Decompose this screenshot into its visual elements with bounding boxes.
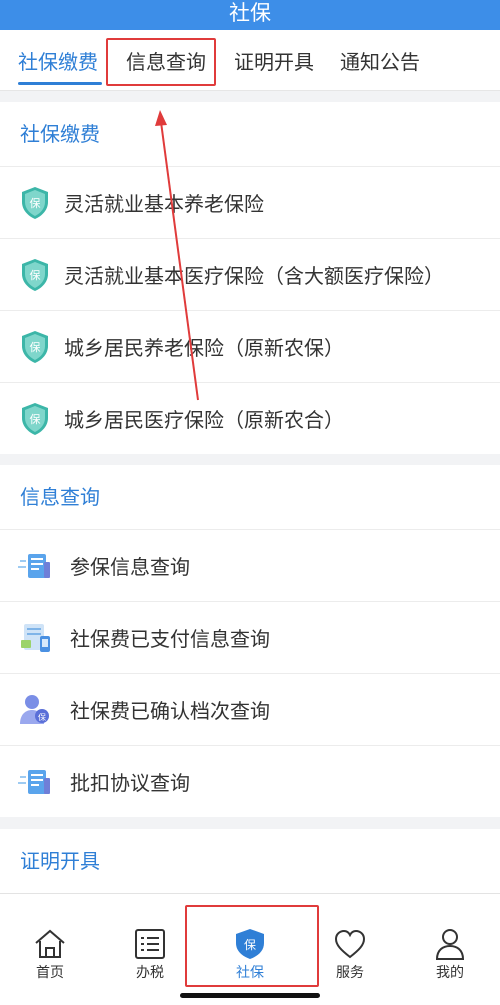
- list-item-label: 批扣协议查询: [70, 771, 190, 795]
- nav-home[interactable]: 首页: [0, 894, 100, 1005]
- shield-bao-icon: 保: [22, 186, 48, 219]
- nav-mine[interactable]: 我的: [400, 894, 500, 1005]
- document-search-icon: [18, 769, 50, 794]
- list-item-label: 灵活就业基本养老保险: [64, 192, 264, 216]
- shield-bao-icon: 保: [22, 330, 48, 363]
- list-item[interactable]: 保 灵活就业基本养老保险: [0, 167, 500, 239]
- app-title-bar: 社保: [0, 0, 500, 30]
- user-badge-icon: 保: [20, 694, 49, 724]
- list-item[interactable]: 社保费已支付信息查询: [0, 602, 500, 674]
- svg-text:保: 保: [30, 340, 41, 354]
- list-item[interactable]: 保 社保费已确认档次查询: [0, 674, 500, 746]
- section-info-query: 信息查询 参保信息查询 社保费已支付信息查询 保 社保费已确认档次查询 批扣协议…: [0, 465, 500, 817]
- list-item-label: 社保费已确认档次查询: [70, 699, 270, 723]
- section-title: 社保缴费: [0, 102, 500, 167]
- svg-text:保: 保: [30, 412, 41, 426]
- active-tab-indicator: [18, 82, 102, 85]
- tax-list-icon: [135, 929, 165, 959]
- heart-icon: [334, 929, 366, 959]
- list-item[interactable]: 保 灵活就业基本医疗保险（含大额医疗保险）: [0, 239, 500, 311]
- payment-document-icon: [21, 623, 50, 652]
- list-item[interactable]: 参保信息查询: [0, 530, 500, 602]
- home-icon: [35, 929, 65, 958]
- shield-bao-icon: 保: [22, 402, 48, 435]
- list-item-label: 灵活就业基本医疗保险（含大额医疗保险）: [64, 264, 444, 288]
- tab-bar: 社保缴费 信息查询 证明开具 通知公告: [0, 30, 500, 91]
- list-item-label: 社保费已支付信息查询: [70, 627, 270, 651]
- svg-text:保: 保: [38, 712, 46, 722]
- tab-notices[interactable]: 通知公告: [340, 30, 420, 90]
- shield-bao-icon: 保: [22, 258, 48, 291]
- annotation-box-social-nav: [185, 905, 319, 987]
- list-item[interactable]: 批扣协议查询: [0, 746, 500, 817]
- section-title: 信息查询: [0, 465, 500, 530]
- svg-text:保: 保: [30, 268, 41, 282]
- list-item-label: 城乡居民医疗保险（原新农合）: [64, 408, 344, 432]
- list-item-label: 参保信息查询: [70, 555, 190, 579]
- section-certificate: 证明开具: [0, 829, 500, 894]
- document-search-icon: [18, 553, 50, 578]
- home-indicator: [180, 993, 320, 998]
- list-item-label: 城乡居民养老保险（原新农保）: [64, 336, 344, 360]
- list-item[interactable]: 保 城乡居民医疗保险（原新农合）: [0, 383, 500, 454]
- page-title: 社保: [229, 1, 271, 25]
- nav-label: 首页: [36, 965, 64, 981]
- tab-social-payment[interactable]: 社保缴费: [18, 30, 98, 90]
- annotation-box-info-tab: [106, 38, 216, 86]
- section-social-payment: 社保缴费 保 灵活就业基本养老保险 保 灵活就业基本医疗保险（含大额医疗保险） …: [0, 102, 500, 454]
- list-item[interactable]: 保 城乡居民养老保险（原新农保）: [0, 311, 500, 383]
- nav-label: 我的: [436, 965, 464, 981]
- section-title: 证明开具: [0, 829, 500, 894]
- tab-certificate[interactable]: 证明开具: [234, 30, 314, 90]
- user-icon: [435, 929, 465, 960]
- svg-text:保: 保: [30, 196, 41, 210]
